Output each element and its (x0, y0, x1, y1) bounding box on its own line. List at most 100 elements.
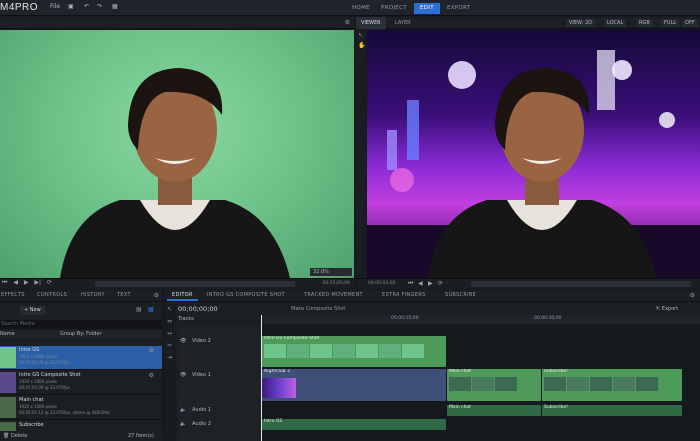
eye-icon[interactable]: 👁 (180, 338, 186, 344)
tab-layer[interactable]: LAYER (390, 17, 416, 29)
make-composite-button[interactable]: Make Composite Shot (291, 306, 345, 312)
razor-tool-icon[interactable]: ✂ (167, 342, 172, 349)
timeline-tools: ↖ ⇔ ↔ ✂ ⇥ (164, 304, 176, 441)
tab-text[interactable]: TEXT (112, 290, 136, 301)
media-gear-icon[interactable]: ⚙ (149, 372, 154, 379)
select-tool-icon[interactable]: ↖ (358, 32, 363, 39)
media-panel: EFFECTS CONTROLS HISTORY TEXT ⚙ + New ▤ … (0, 290, 162, 441)
viewer-play-icon[interactable]: ▶ (428, 280, 433, 287)
eye-icon[interactable]: 👁 (180, 372, 186, 378)
layout-icon[interactable]: ▦ (112, 3, 118, 10)
media-thumbnail (0, 397, 16, 418)
group-by-dropdown[interactable]: Group By: Folder (60, 331, 102, 337)
panel-gear-icon[interactable]: ⚙ (154, 292, 159, 299)
clip-label: Intro GS (264, 419, 283, 424)
tab-history[interactable]: HISTORY (76, 290, 110, 301)
tab-edit[interactable]: EDIT (414, 3, 440, 14)
media-gear-icon[interactable]: ⚙ (149, 347, 154, 354)
tab-export[interactable]: EXPORT (441, 3, 476, 14)
tab-effects[interactable]: EFFECTS (0, 290, 30, 301)
grid-view-icon[interactable]: ▦ (148, 306, 154, 313)
media-item[interactable]: Intro GS Composite Shot 1920 x 1080 pixe… (0, 371, 162, 395)
tab-tracked-movement[interactable]: TRACKED MOVEMENT (299, 290, 368, 301)
timeline-ruler[interactable]: 00;00;15;00 00;00;30;00 (261, 315, 700, 324)
source-header: ⚙ (0, 17, 354, 29)
viewer-timecode: 00;00;00;00 (368, 281, 396, 286)
space-dropdown[interactable]: LOCAL (604, 19, 627, 27)
redo-icon[interactable]: ↷ (97, 3, 102, 10)
tab-home[interactable]: HOME (346, 3, 376, 14)
viewer-loop-icon[interactable]: ⟳ (438, 280, 443, 287)
media-item[interactable]: Main chat 1920 x 1080 pixels 00;02;05;13… (0, 396, 162, 420)
export-button[interactable]: ⇱ Export (656, 306, 678, 312)
main-viewer[interactable] (367, 30, 700, 278)
selection-tool-icon[interactable]: ↖ (167, 306, 172, 313)
step-back-icon[interactable]: ◀ (13, 279, 18, 286)
track-headers: 👁 Video 2 👁 Video 1 🔈 Audio 1 🔈 Audio 2 (178, 326, 260, 441)
undo-icon[interactable]: ↶ (84, 3, 89, 10)
media-size: 1920 x 1080 pixels (19, 379, 58, 384)
save-icon[interactable]: ▣ (68, 3, 74, 10)
delete-label: Delete (10, 433, 28, 439)
audio-clip-main-chat[interactable]: Main chat (447, 405, 541, 416)
list-view-icon[interactable]: ▤ (136, 306, 142, 313)
viewer-toolbar: ↖ ✋ (356, 30, 366, 278)
zoom-dropdown[interactable]: 32.0% (310, 268, 352, 276)
media-title: Intro GS Composite Shot (19, 372, 81, 378)
tracks-header: Tracks (178, 316, 194, 322)
new-button[interactable]: + New (20, 306, 45, 315)
hand-tool-icon[interactable]: ✋ (358, 42, 365, 49)
speaker-icon[interactable]: 🔈 (180, 421, 186, 427)
media-size: 1920 x 1080 pixels (19, 354, 58, 359)
editor-gear-icon[interactable]: ⚙ (690, 292, 695, 299)
source-viewer[interactable]: 32.0% (0, 30, 354, 278)
tab-controls[interactable]: CONTROLS (32, 290, 72, 301)
clip-intro-gs-composite[interactable]: Intro GS Composite Shot (262, 336, 446, 367)
viewer-back-icon[interactable]: ◀ (418, 280, 423, 287)
editor-timecode: 00;00;00;00 (178, 305, 218, 313)
source-timecode: 00;03;05;09 (322, 281, 350, 286)
media-duration: 00;02;05;13 @ 23.976fps, stereo @ 48000H… (19, 410, 110, 415)
step-forward-icon[interactable]: ▶| (34, 279, 41, 286)
quality-dropdown[interactable]: FULL (661, 19, 680, 27)
clip-thumb (262, 378, 296, 398)
loop-icon[interactable]: ⟳ (47, 279, 52, 286)
tab-subscribe[interactable]: SUBSCRIBE (440, 290, 481, 301)
audio-clip-intro-gs[interactable]: Intro GS (262, 419, 446, 430)
tab-intro-gs[interactable]: INTRO GS COMPOSITE SHOT (202, 290, 290, 301)
delete-button[interactable]: 🗑 Delete (3, 433, 27, 439)
scrub-bar[interactable] (95, 281, 295, 287)
viewer-scrub-bar[interactable] (471, 281, 691, 287)
tab-editor[interactable]: EDITOR (167, 290, 198, 301)
play-start-icon[interactable]: ⏮ (2, 279, 7, 287)
search-input[interactable]: Search Media (0, 320, 162, 329)
gear-icon[interactable]: ⚙ (345, 19, 350, 26)
list-header: Name Group By: Folder (0, 330, 162, 338)
ripple-tool-icon[interactable]: ⇥ (167, 354, 172, 361)
panel-tabs: EFFECTS CONTROLS HISTORY TEXT ⚙ (0, 290, 162, 302)
slide-tool-icon[interactable]: ↔ (167, 330, 172, 337)
ruler-label: 00;00;30;00 (534, 316, 562, 321)
media-title: Subscribe (19, 422, 44, 428)
clip-subscribe[interactable]: Subscribe! (542, 369, 682, 401)
audio-clip-subscribe[interactable]: Subscribe! (542, 405, 682, 416)
viewer-start-icon[interactable]: ⏮ (408, 280, 413, 288)
file-menu[interactable]: File (50, 3, 60, 10)
name-header[interactable]: Name (0, 331, 15, 337)
editor-tabs: EDITOR INTRO GS COMPOSITE SHOT TRACKED M… (164, 290, 700, 302)
tab-extra-fingers[interactable]: EXTRA FINGERS (377, 290, 431, 301)
tab-project[interactable]: PROJECT (375, 3, 413, 14)
speaker-icon[interactable]: 🔈 (180, 407, 186, 413)
view-dropdown[interactable]: VIEW: 2D (566, 19, 596, 27)
track-area[interactable]: Intro GS Composite Shot Nightclub 3 Main… (261, 315, 700, 441)
app-logo: M4PRO (0, 2, 39, 13)
clip-main-chat[interactable]: Main chat (447, 369, 541, 401)
color-dropdown[interactable]: RGB (636, 19, 653, 27)
media-item[interactable]: Intro GS 1920 x 1080 pixels 00;07;05;09 … (0, 346, 162, 370)
tab-viewer[interactable]: VIEWER (356, 17, 386, 29)
playhead[interactable] (261, 315, 262, 441)
clip-nightclub[interactable]: Nightclub 3 (262, 369, 446, 401)
zoom-mode-dropdown[interactable]: OFF (682, 19, 698, 27)
slip-tool-icon[interactable]: ⇔ (167, 318, 172, 325)
play-icon[interactable]: ▶ (24, 279, 29, 286)
